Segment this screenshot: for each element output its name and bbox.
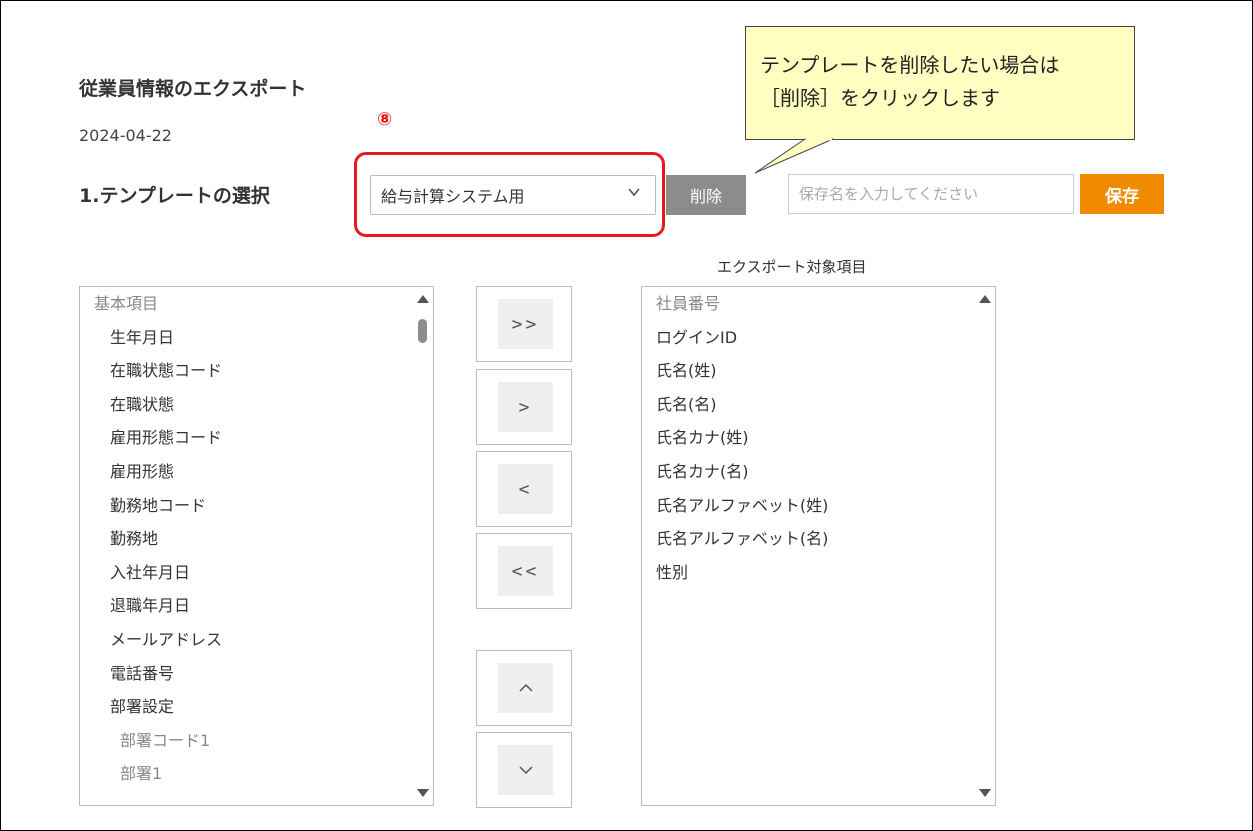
callout-tail [754, 138, 834, 174]
available-item[interactable]: 勤務地コード [80, 489, 413, 523]
template-section-title: 1.テンプレートの選択 [79, 185, 270, 207]
available-item[interactable]: 部署1 [80, 757, 413, 791]
chevron-down-icon [498, 745, 553, 795]
remove-button[interactable]: < [476, 451, 572, 527]
remove-all-label: << [498, 546, 553, 596]
available-item[interactable]: 雇用形態 [80, 455, 413, 489]
export-target-item[interactable]: 氏名カナ(姓) [642, 421, 975, 455]
scroll-thumb[interactable] [418, 319, 427, 343]
add-button[interactable]: > [476, 369, 572, 445]
instruction-callout: テンプレートを削除したい場合は ［削除］をクリックします [745, 26, 1135, 140]
scroll-down-icon[interactable] [417, 789, 429, 797]
available-item: 基本項目 [94, 294, 159, 313]
callout-line-1: テンプレートを削除したい場合は [760, 53, 1060, 77]
add-label: > [498, 382, 553, 432]
available-item[interactable]: 電話番号 [80, 657, 413, 691]
export-target-items: 社員番号 ログインID 氏名(姓) 氏名(名) 氏名カナ(姓) 氏名カナ(名) 氏名アルファ… [642, 287, 975, 589]
move-down-button[interactable] [476, 732, 572, 808]
export-target-item[interactable]: 氏名アルファベット(名) [642, 522, 975, 556]
template-select[interactable]: 給与計算システム用 [370, 175, 656, 215]
move-up-button[interactable] [476, 650, 572, 726]
scroll-up-icon[interactable] [417, 295, 429, 303]
available-item[interactable]: 生年月日 [80, 321, 413, 355]
save-name-input[interactable] [788, 174, 1074, 214]
export-target-item[interactable]: 社員番号 [642, 287, 975, 321]
available-items-list[interactable]: 基本項目生年月日 在職状態コード 在職状態 雇用形態コード 雇用形態 勤務地コード 勤務地入… [79, 286, 434, 806]
save-template-button[interactable]: 保存 [1080, 174, 1164, 214]
add-all-label: >> [498, 299, 553, 349]
callout-text: テンプレートを削除したい場合は ［削除］をクリックします [760, 49, 1059, 115]
available-item[interactable]: 部署コード1 [80, 724, 413, 758]
scroll-down-icon[interactable] [979, 789, 991, 797]
export-target-item[interactable]: ログインID [642, 321, 975, 355]
left-list-scrollbar[interactable] [413, 287, 433, 805]
available-item[interactable]: 入社年月日 [80, 556, 413, 590]
export-target-item[interactable]: 氏名カナ(名) [642, 455, 975, 489]
page-date: 2024-04-22 [79, 126, 172, 145]
right-list-scrollbar[interactable] [975, 287, 995, 805]
export-target-item[interactable]: 氏名(名) [642, 388, 975, 422]
available-items: 基本項目生年月日 在職状態コード 在職状態 雇用形態コード 雇用形態 勤務地コード 勤務地入… [80, 287, 413, 791]
chevron-up-icon [498, 663, 553, 713]
chevron-down-icon [627, 184, 641, 203]
available-item[interactable]: 雇用形態コード [80, 421, 413, 455]
callout-line-2: ［削除］をクリックします [760, 86, 1000, 110]
available-item[interactable]: 勤務地 [80, 522, 413, 556]
add-all-button[interactable]: >> [476, 286, 572, 362]
export-target-item[interactable]: 氏名アルファベット(姓) [642, 489, 975, 523]
export-target-item[interactable]: 性別 [642, 556, 975, 590]
screenshot-frame: 従業員情報のエクスポート 2024-04-22 ⑧ テンプレートを削除したい場合… [0, 0, 1253, 831]
remove-label: < [498, 464, 553, 514]
available-item[interactable]: 部署設定 [80, 690, 413, 724]
export-target-item[interactable]: 氏名(姓) [642, 354, 975, 388]
remove-all-button[interactable]: << [476, 533, 572, 609]
export-target-list[interactable]: 社員番号 ログインID 氏名(姓) 氏名(名) 氏名カナ(姓) 氏名カナ(名) 氏名アルファ… [641, 286, 996, 806]
scroll-up-icon[interactable] [979, 295, 991, 303]
available-item[interactable]: 在職状態 [80, 388, 413, 422]
page-title: 従業員情報のエクスポート [79, 78, 307, 100]
available-item[interactable]: 退職年月日 [80, 589, 413, 623]
available-item[interactable]: 在職状態コード [80, 354, 413, 388]
delete-template-button[interactable]: 削除 [666, 175, 746, 215]
step-marker: ⑧ [377, 109, 393, 130]
export-target-label: エクスポート対象項目 [717, 258, 867, 276]
available-item[interactable]: メールアドレス [80, 623, 413, 657]
template-select-value: 給与計算システム用 [381, 187, 525, 206]
